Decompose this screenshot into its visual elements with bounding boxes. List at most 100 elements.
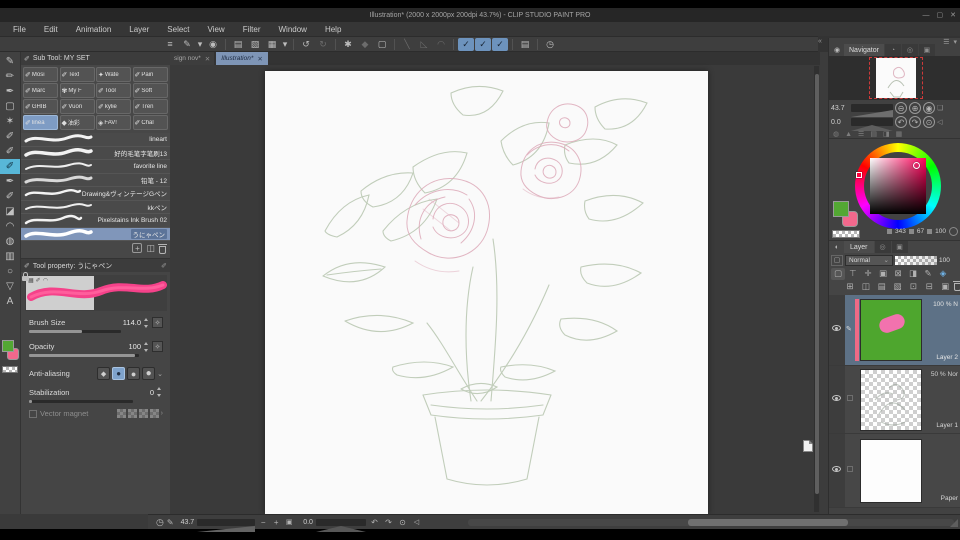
rotate-right-icon[interactable]: ↷ [383, 518, 394, 527]
redo-icon[interactable]: ↻ [315, 38, 331, 51]
folder-icon[interactable]: ▧ [891, 281, 905, 293]
undo-icon[interactable]: ↺ [298, 38, 314, 51]
layer-visibility-icon[interactable] [832, 395, 841, 401]
flip-view-icon[interactable]: ◁ [411, 518, 422, 526]
pen-nib-tool[interactable]: ✒ [0, 174, 20, 189]
subtool-item[interactable]: ✐ kylie [96, 99, 131, 114]
color-set-toggle-icon[interactable] [949, 227, 958, 236]
status-rotate-slider[interactable] [315, 518, 366, 532]
palette-color-button[interactable]: ▢ [831, 254, 843, 266]
lock-icon[interactable] [22, 272, 29, 281]
stabilization-spinner[interactable] [156, 387, 163, 397]
fill-tool[interactable]: ◍ [0, 234, 20, 249]
subtool-item[interactable]: ✐ Chal [132, 115, 168, 130]
brush-size-value[interactable]: 114.0 [123, 318, 141, 327]
vertical-scrollbar-thumb[interactable] [814, 74, 819, 494]
open-file-icon[interactable]: ▧ [247, 38, 263, 51]
blend-mode-dropdown[interactable]: Normal ⌄ [845, 254, 893, 266]
layer-mask-icon[interactable]: ▣ [938, 281, 952, 293]
navigator-preview[interactable] [829, 56, 960, 100]
clear-icon[interactable]: ✱ [340, 38, 356, 51]
lock-alpha-icon[interactable]: ⊤ [846, 268, 860, 280]
clock-icon[interactable]: ◷ [156, 517, 164, 528]
tab-close-icon[interactable]: ✕ [205, 55, 210, 63]
vector-magnet-expand-icon[interactable]: › [161, 410, 163, 417]
brush-size-slider[interactable] [29, 330, 121, 333]
brush-size-spinner[interactable] [143, 317, 150, 328]
brush-tool-3[interactable]: ✐ [0, 189, 20, 204]
export-icon[interactable]: ▦ [264, 38, 280, 51]
delete-layer-icon[interactable] [953, 280, 960, 291]
subtool-item[interactable]: ✐ Tren [132, 99, 168, 114]
nav-footer-icon[interactable]: ▦ [896, 130, 903, 138]
ruler-icon[interactable]: ✎ [921, 268, 935, 280]
canvas-page[interactable] [265, 71, 708, 514]
navigator-zoom-slider[interactable] [851, 104, 893, 117]
navigator-zoom-value[interactable]: 43.7 [831, 105, 849, 112]
aa-chevron-icon[interactable]: ⌄ [157, 370, 163, 378]
delete-subtool-button[interactable] [158, 243, 167, 254]
timelapse-icon[interactable]: ◷ [542, 38, 558, 51]
lasso-icon[interactable]: ◺ [416, 38, 432, 51]
snap-ruler-icon[interactable]: ✓ [458, 37, 474, 51]
fill-icon[interactable]: ◆ [357, 38, 373, 51]
rotate-left-button[interactable]: ↶ [895, 116, 907, 128]
fit-screen-icon[interactable]: ▣ [284, 518, 294, 526]
layer-color-icon[interactable]: ◈ [936, 268, 950, 280]
subtool-item[interactable]: ◆ 油彩 [59, 115, 95, 130]
document-tab-inactive[interactable]: sign nov* ✕ [170, 52, 215, 65]
menu-select[interactable]: Select [158, 25, 198, 34]
arc-icon[interactable]: ◠ [433, 38, 449, 51]
move-layer-icon[interactable]: ✛ [861, 268, 875, 280]
gradient-tool[interactable]: ▥ [0, 249, 20, 264]
brush-row[interactable]: Pixelstains Ink Brush 02 [21, 214, 170, 228]
subtool-item[interactable]: ✾ My F [59, 83, 95, 98]
hue-cursor[interactable] [856, 172, 862, 178]
material-icon[interactable]: ▤ [517, 38, 533, 51]
menu-file[interactable]: File [4, 25, 35, 34]
clip-to-layer-icon[interactable]: ▢ [831, 267, 845, 280]
paper-name[interactable]: Paper [941, 495, 958, 502]
tab-navigator[interactable]: Navigator [844, 44, 884, 56]
stabilization-value[interactable]: 0 [150, 388, 154, 397]
brush-row-selected[interactable]: うにゃペン [21, 227, 170, 241]
paper-thumbnail[interactable] [860, 439, 922, 503]
add-subtool-button[interactable]: + [132, 243, 143, 253]
layer-checkbox[interactable] [847, 395, 853, 401]
export-dropdown-icon[interactable]: ▾ [281, 38, 289, 51]
subtool-item[interactable]: ✐ GHIB [23, 99, 58, 114]
new-layer-icon[interactable]: ⊞ [843, 281, 857, 293]
panel-menu-icon[interactable]: ☰ [943, 38, 949, 46]
subtool-item[interactable]: ✐ Soft [132, 83, 168, 98]
panel-minimize-icon[interactable]: ▾ [953, 38, 957, 46]
stabilization-slider[interactable] [29, 400, 133, 403]
reset-rotation-button[interactable]: ⊙ [923, 116, 935, 128]
tab-info-icon[interactable]: ◔ [884, 44, 901, 56]
layer-visibility-icon[interactable] [832, 466, 841, 472]
vector-magnet-checkbox[interactable] [29, 409, 37, 418]
straight-line-icon[interactable]: ╲ [399, 38, 415, 51]
color-wheel-icon[interactable]: ◉ [205, 38, 221, 51]
lock-layer-icon[interactable]: ▣ [876, 268, 890, 280]
tab-search-layer-icon[interactable]: ▣ [891, 241, 908, 253]
new-canvas-icon[interactable]: ▤ [230, 38, 246, 51]
transparent-swatch[interactable] [832, 230, 860, 238]
opacity-dynamics-button[interactable]: ✧ [152, 341, 163, 352]
collapse-panel-icon[interactable]: « [818, 38, 822, 45]
status-zoom-slider[interactable] [197, 518, 256, 532]
tab-layer[interactable]: Layer [844, 241, 874, 253]
menu-filter[interactable]: Filter [234, 25, 270, 34]
subtool-item[interactable]: ✐ Pain [132, 67, 168, 82]
menu-edit[interactable]: Edit [35, 25, 67, 34]
polyline-tool[interactable]: ▽ [0, 279, 20, 294]
pencil-tool[interactable]: ✏ [0, 69, 20, 84]
status-rotate-value[interactable]: 0.0 [303, 519, 313, 526]
resize-grip[interactable] [950, 519, 958, 527]
brush-row[interactable]: Drawing&ヴィンテージGペン [21, 187, 170, 201]
quick-tool-icon[interactable]: ✎ [167, 518, 174, 527]
eraser-tool[interactable]: ◪ [0, 204, 20, 219]
menu-view[interactable]: View [199, 25, 234, 34]
subtool-item[interactable]: ◈ FAV! [96, 115, 131, 130]
text-tool[interactable]: A [0, 294, 20, 309]
layer-row-layer2[interactable]: ✎ 100 % N Layer 2 [829, 295, 960, 366]
